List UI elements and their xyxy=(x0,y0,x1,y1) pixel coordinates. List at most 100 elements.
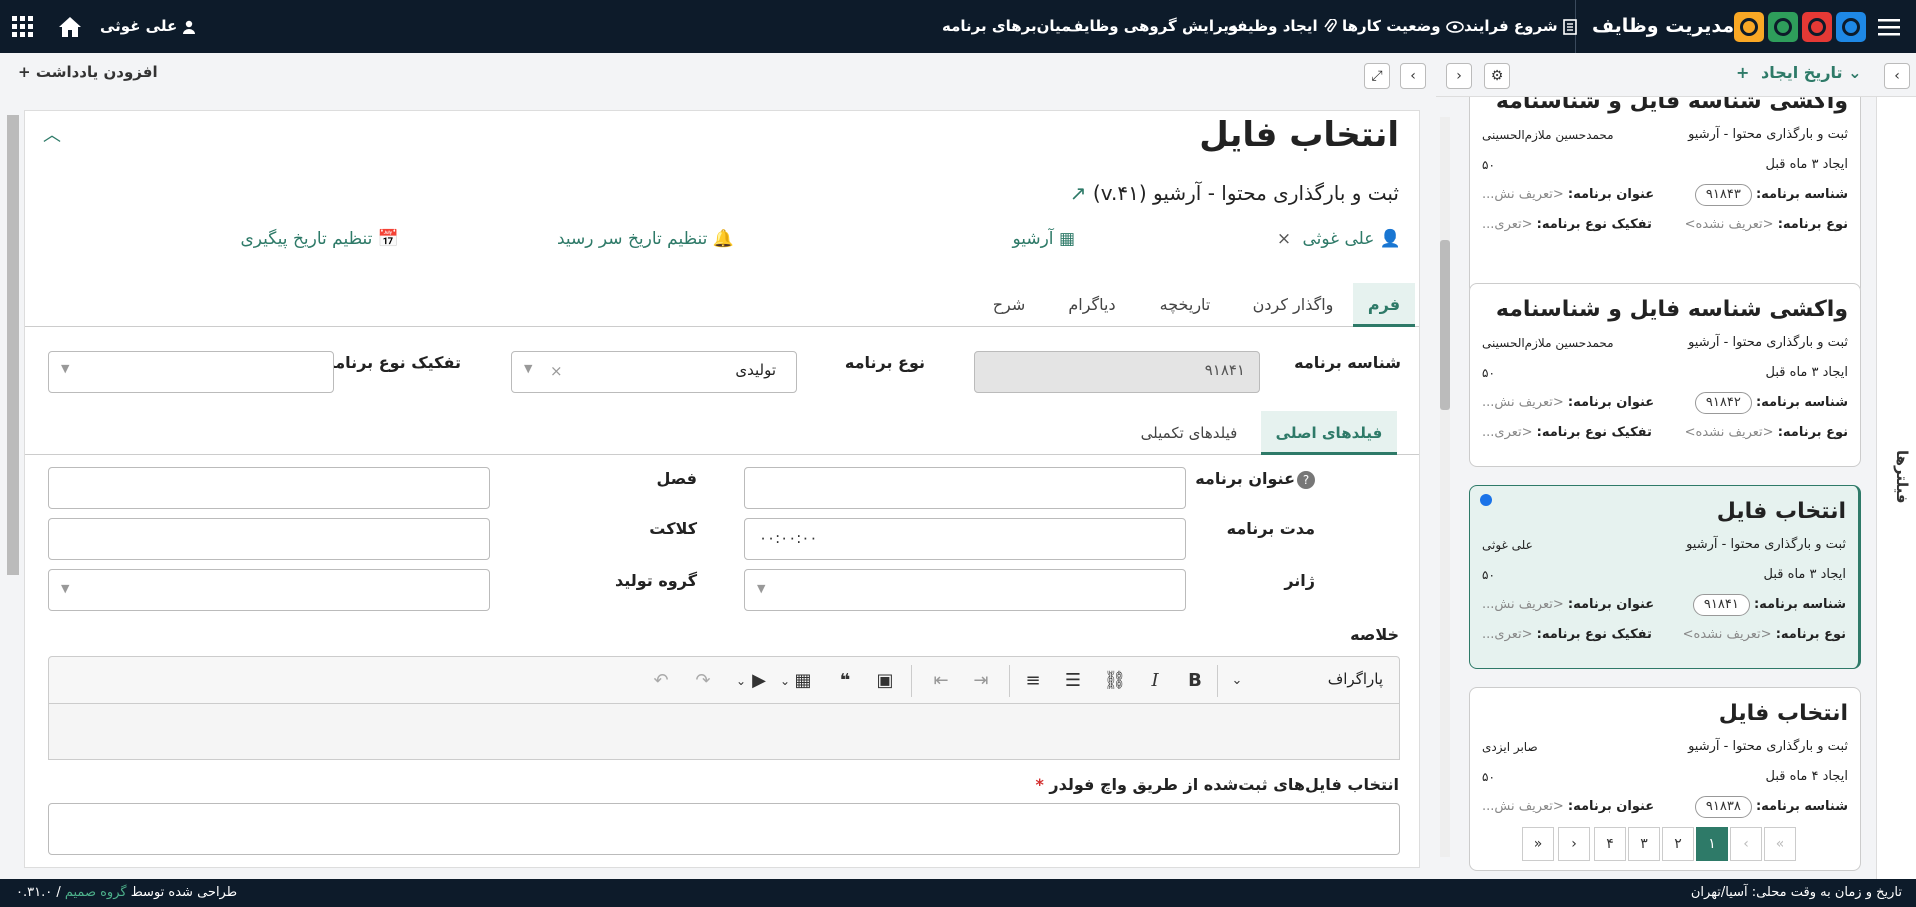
logo-red-icon xyxy=(1802,12,1832,42)
subtab-extra-fields[interactable]: فیلدهای تکمیلی xyxy=(1125,411,1253,455)
clear-close-icon[interactable]: × xyxy=(550,362,563,380)
program-type-select[interactable]: تولیدی × ▼ xyxy=(511,351,797,393)
subtab-main-fields[interactable]: فیلدهای اصلی xyxy=(1261,411,1397,455)
list-item-selected[interactable]: انتخاب فایل ثبت و بارگذاری محتوا - آرشیو… xyxy=(1469,485,1861,669)
top-bar: مدیریت وظایف شروع فرایند وضعیت کارها ایج… xyxy=(0,0,1916,53)
nav-bulk-edit[interactable]: ویرایش گروهی وظایف xyxy=(1066,0,1238,53)
dropdown-caret-icon: ▼ xyxy=(61,362,70,375)
task-detail: ︿ انتخاب فایل ثبت و بارگذاری محتوا - آرش… xyxy=(24,110,1420,868)
nav-shortcuts[interactable]: میان‌برهای برنامه xyxy=(942,0,1070,53)
remove-assignee-close-icon[interactable]: × xyxy=(1277,229,1291,249)
set-followup-date-button[interactable]: 📅 تنظیم تاریخ پیگیری xyxy=(240,229,399,249)
paperclip-icon xyxy=(1323,17,1337,35)
sort-by-created[interactable]: ⌄ تاریخ ایجاد + xyxy=(1736,63,1862,82)
user-menu[interactable]: علی غوثی xyxy=(100,0,196,53)
set-due-date-button[interactable]: 🔔 تنظیم تاریخ سر رسید xyxy=(557,229,734,249)
genre-label: ژانر xyxy=(1284,571,1315,590)
page-2-button[interactable]: ۲ xyxy=(1662,827,1694,861)
fullscreen-button[interactable]: ⤢ xyxy=(1364,63,1390,89)
dropdown-caret-icon: ▼ xyxy=(524,362,533,375)
nav-start-process[interactable]: شروع فرایند xyxy=(1464,0,1577,53)
add-note-button[interactable]: افزودن یادداشت + xyxy=(18,63,158,81)
collapse-detail-button[interactable]: ‹ xyxy=(1400,63,1426,89)
filters-panel-toggle[interactable]: فیلترها xyxy=(1876,97,1916,879)
indent-icon[interactable]: ⇥ xyxy=(969,669,993,693)
nav-create-task[interactable]: ایجاد وظیفه xyxy=(1228,0,1337,53)
help-icon[interactable]: ? xyxy=(1297,471,1315,489)
external-link-icon[interactable]: ↗ xyxy=(1070,181,1087,205)
redo-icon[interactable]: ↷ xyxy=(691,669,715,693)
page-first-button[interactable]: « xyxy=(1764,827,1796,861)
page-prev-button[interactable]: ‹ xyxy=(1730,827,1762,861)
collapse-header-chevron-up-icon[interactable]: ︿ xyxy=(43,121,61,147)
program-id-label: شناسه برنامه xyxy=(1294,353,1401,372)
bullet-list-icon[interactable]: ☰ xyxy=(1061,669,1085,693)
production-group-select[interactable]: ▼ xyxy=(48,569,490,611)
expand-list-button[interactable]: › xyxy=(1446,63,1472,89)
expand-icon: ⤢ xyxy=(1371,68,1383,84)
watch-folder-files-input[interactable] xyxy=(48,803,1400,855)
duration-input[interactable]: ۰۰:۰۰:۰۰ xyxy=(744,518,1186,560)
tab-history[interactable]: تاریخچه xyxy=(1145,283,1225,327)
page-next-button[interactable]: › xyxy=(1558,827,1590,861)
chevron-down-icon: ⌄ xyxy=(1848,63,1862,82)
dropdown-caret-icon: ▼ xyxy=(61,582,70,595)
team-link[interactable]: گروه صمیم xyxy=(65,885,127,900)
tab-form[interactable]: فرم xyxy=(1353,283,1415,327)
program-title-input[interactable] xyxy=(744,467,1186,509)
assignee-chip[interactable]: 👤 علی غوثی × xyxy=(1277,229,1401,249)
page-4-button[interactable]: ۴ xyxy=(1594,827,1626,861)
chevron-right-icon: › xyxy=(1456,68,1462,84)
page-3-button[interactable]: ۳ xyxy=(1628,827,1660,861)
group-chip[interactable]: ▦ آرشیو xyxy=(1012,229,1075,249)
chevron-down-icon[interactable]: ⌄ xyxy=(1225,669,1249,693)
list-item[interactable]: واکشی شناسه فایل و شناسنامه ثبت و بارگذا… xyxy=(1469,283,1861,467)
season-input[interactable] xyxy=(48,467,490,509)
hamburger-menu-icon[interactable] xyxy=(1878,0,1900,53)
app-title: مدیریت وظایف xyxy=(1592,15,1735,37)
home-icon[interactable] xyxy=(57,0,83,53)
collapse-sidebar-button[interactable]: ‹ xyxy=(1884,63,1910,89)
image-icon[interactable]: ▣ xyxy=(873,669,897,693)
tab-assign[interactable]: واگذار کردن xyxy=(1243,283,1343,327)
program-subtype-select[interactable]: ▼ xyxy=(48,351,334,393)
logo-yellow-icon xyxy=(1734,12,1764,42)
apps-grid-icon[interactable] xyxy=(12,0,34,53)
plus-icon: + xyxy=(1736,63,1750,82)
list-settings-button[interactable]: ⚙ xyxy=(1484,63,1510,89)
document-list-icon xyxy=(1563,17,1577,35)
unread-dot-icon xyxy=(1480,494,1492,506)
process-subtitle: ثبت و بارگذاری محتوا - آرشیو (v.۴۱) ↗ xyxy=(1069,181,1399,205)
italic-icon[interactable]: I xyxy=(1143,669,1167,693)
production-group-label: گروه تولید xyxy=(614,571,697,590)
program-subtype-label: تفکیک نوع برنامه xyxy=(325,353,461,372)
list-scrollbar[interactable] xyxy=(1440,117,1450,857)
chevron-down-icon[interactable]: ⌄ xyxy=(729,669,753,693)
clocket-input[interactable] xyxy=(48,518,490,560)
paragraph-style-select[interactable]: پاراگراف xyxy=(1328,670,1383,688)
chevron-down-icon[interactable]: ⌄ xyxy=(773,669,797,693)
genre-select[interactable]: ▼ xyxy=(744,569,1186,611)
undo-icon[interactable]: ↶ xyxy=(649,669,673,693)
footer-credits: طراحی شده توسط گروه صمیم / ۰.۳۱.۰ xyxy=(16,885,238,900)
detail-header: افزودن یادداشت + ⤢ ‹ xyxy=(0,53,1436,97)
link-icon[interactable]: ⛓ xyxy=(1103,669,1127,693)
chevron-left-icon: ‹ xyxy=(1894,68,1900,84)
blockquote-icon[interactable]: ❝ xyxy=(833,669,857,693)
bell-icon: 🔔 xyxy=(712,229,734,249)
tab-diagram[interactable]: دیاگرام xyxy=(1055,283,1129,327)
bold-icon[interactable]: B xyxy=(1183,669,1207,693)
page-title: انتخاب فایل xyxy=(1199,115,1399,155)
summary-editor[interactable] xyxy=(48,704,1400,760)
page-1-button[interactable]: ۱ xyxy=(1696,827,1728,861)
footer-datetime: تاریخ و زمان به وقت محلی: آسیا/تهران xyxy=(1690,885,1902,900)
outdent-icon[interactable]: ⇤ xyxy=(929,669,953,693)
nav-task-status[interactable]: وضعیت کارها xyxy=(1342,0,1464,53)
numbered-list-icon[interactable]: ≡ xyxy=(1021,669,1045,693)
tab-description[interactable]: شرح xyxy=(981,283,1037,327)
season-label: فصل xyxy=(656,469,697,488)
list-item[interactable]: واکشی شناسه فایل و شناسنامه ثبت و بارگذا… xyxy=(1469,97,1861,295)
page-last-button[interactable]: » xyxy=(1522,827,1554,861)
chevron-left-icon: ‹ xyxy=(1410,68,1416,84)
detail-scrollbar[interactable] xyxy=(7,115,19,575)
